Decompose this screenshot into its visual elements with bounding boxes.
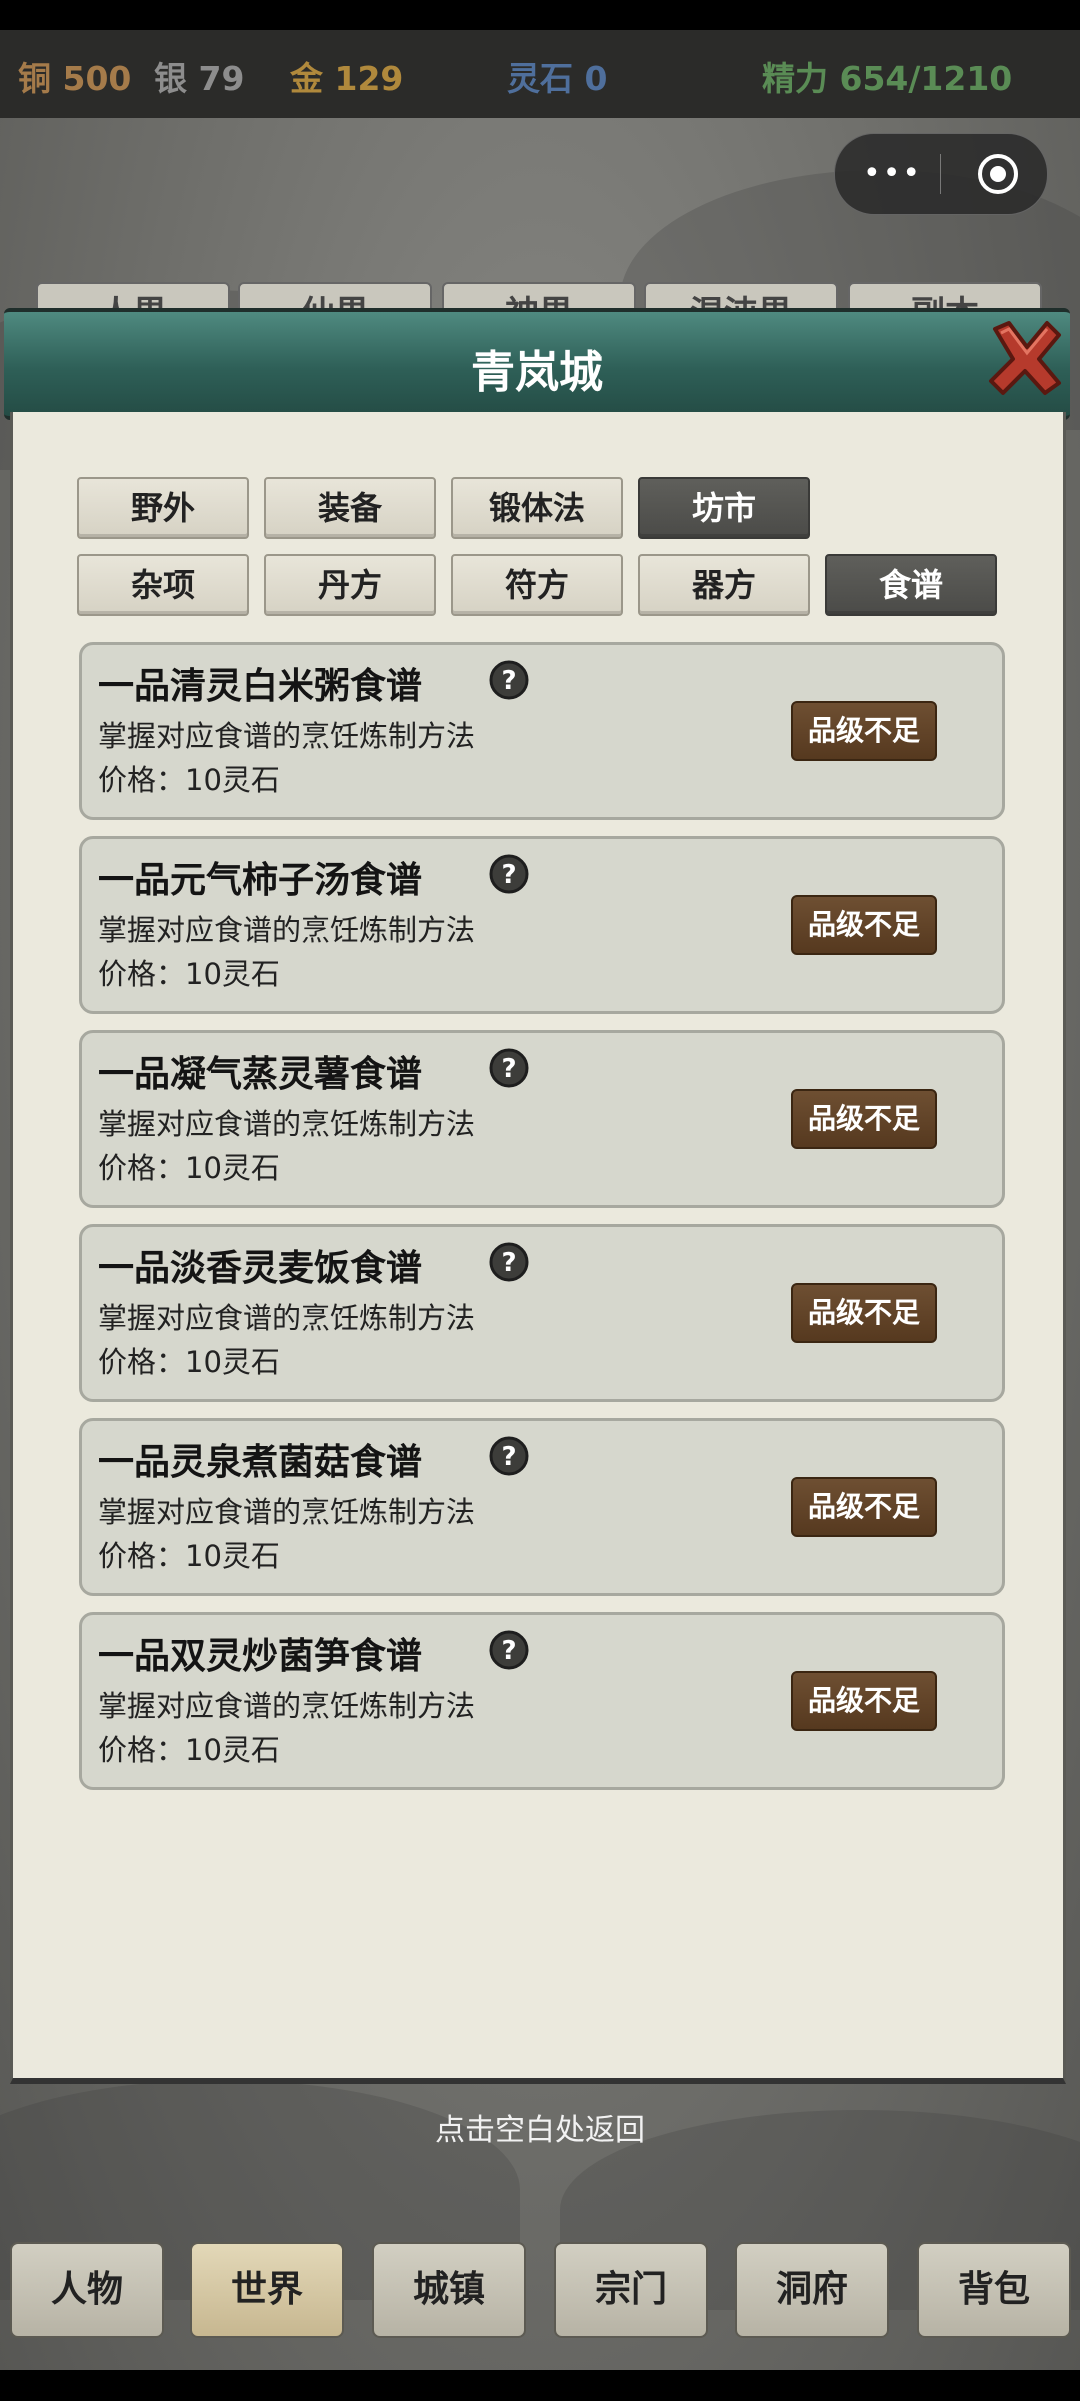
tab-market[interactable]: 坊市 (638, 477, 810, 539)
tab-talisman-recipes[interactable]: 符方 (451, 554, 623, 616)
tab-food-recipes[interactable]: 食谱 (825, 554, 997, 616)
game-screen: 铜 500 银 79 金 129 灵石 0 精力 654/1210 ••• 人界… (0, 30, 1080, 2370)
nav-world[interactable]: 世界 (190, 2242, 344, 2338)
svg-text:?: ? (501, 860, 516, 890)
recipe-card: 一品凝气蒸灵薯食谱 ? 掌握对应食谱的烹饪炼制方法 价格：10灵石 品级不足 (79, 1030, 1005, 1208)
modal-panel: 野外 装备 锻体法 坊市 杂项 丹方 符方 器方 食谱 一品清灵白米粥食谱 ? … (10, 412, 1066, 2084)
recipe-card: 一品元气柿子汤食谱 ? 掌握对应食谱的烹饪炼制方法 价格：10灵石 品级不足 (79, 836, 1005, 1014)
nav-cave-abode[interactable]: 洞府 (735, 2242, 889, 2338)
modal-header: 青岚城 (4, 308, 1070, 420)
tab-artifact-recipes[interactable]: 器方 (638, 554, 810, 616)
modal-title: 青岚城 (471, 347, 603, 398)
question-help-icon[interactable]: ? (488, 1047, 530, 1089)
gold-count: 金 129 (290, 59, 404, 98)
recipe-card: 一品清灵白米粥食谱 ? 掌握对应食谱的烹饪炼制方法 价格：10灵石 品级不足 (79, 642, 1005, 820)
recipe-card: 一品双灵炒菌笋食谱 ? 掌握对应食谱的烹饪炼制方法 价格：10灵石 品级不足 (79, 1612, 1005, 1790)
recipe-title: 一品凝气蒸灵薯食谱 (98, 1054, 423, 1095)
tap-blank-to-return-hint[interactable]: 点击空白处返回 (0, 2105, 1080, 2149)
recipe-title: 一品灵泉煮菌菇食谱 (98, 1442, 423, 1483)
svg-text:?: ? (501, 1248, 516, 1278)
svg-text:?: ? (501, 1442, 516, 1472)
recipe-price: 价格：10灵石 (98, 1539, 280, 1573)
question-help-icon[interactable]: ? (488, 1435, 530, 1477)
capsule-divider (940, 154, 941, 194)
recipe-description: 掌握对应食谱的烹饪炼制方法 (98, 1689, 476, 1723)
recipe-card: 一品淡香灵麦饭食谱 ? 掌握对应食谱的烹饪炼制方法 价格：10灵石 品级不足 (79, 1224, 1005, 1402)
target-circle-icon[interactable] (975, 151, 1021, 197)
insufficient-rank-button[interactable]: 品级不足 (791, 701, 937, 761)
svg-text:?: ? (501, 666, 516, 696)
recipe-description: 掌握对应食谱的烹饪炼制方法 (98, 1495, 476, 1529)
nav-backpack[interactable]: 背包 (917, 2242, 1071, 2338)
silver-count: 银 79 (154, 59, 245, 98)
insufficient-rank-button[interactable]: 品级不足 (791, 895, 937, 955)
currency-bar: 铜 500 银 79 金 129 灵石 0 精力 654/1210 (0, 30, 1080, 118)
recipe-card: 一品灵泉煮菌菇食谱 ? 掌握对应食谱的烹饪炼制方法 价格：10灵石 品级不足 (79, 1418, 1005, 1596)
insufficient-rank-button[interactable]: 品级不足 (791, 1089, 937, 1149)
tab-misc[interactable]: 杂项 (77, 554, 249, 616)
spirit-stone-count: 灵石 0 (507, 59, 608, 98)
question-help-icon[interactable]: ? (488, 853, 530, 895)
insufficient-rank-button[interactable]: 品级不足 (791, 1671, 937, 1731)
tab-pill-recipes[interactable]: 丹方 (264, 554, 436, 616)
question-help-icon[interactable]: ? (488, 1241, 530, 1283)
recipe-title: 一品元气柿子汤食谱 (98, 860, 423, 901)
recipe-title: 一品淡香灵麦饭食谱 (98, 1248, 423, 1289)
more-dots-icon[interactable]: ••• (863, 150, 920, 198)
recipe-price: 价格：10灵石 (98, 1733, 280, 1767)
recipe-price: 价格：10灵石 (98, 957, 280, 991)
energy-count: 精力 654/1210 (762, 59, 1013, 98)
recipe-price: 价格：10灵石 (98, 763, 280, 797)
nav-character[interactable]: 人物 (10, 2242, 164, 2338)
insufficient-rank-button[interactable]: 品级不足 (791, 1477, 937, 1537)
svg-text:?: ? (501, 1636, 516, 1666)
question-help-icon[interactable]: ? (488, 659, 530, 701)
recipe-description: 掌握对应食谱的烹饪炼制方法 (98, 719, 476, 753)
insufficient-rank-button[interactable]: 品级不足 (791, 1283, 937, 1343)
question-help-icon[interactable]: ? (488, 1629, 530, 1671)
nav-sect[interactable]: 宗门 (554, 2242, 708, 2338)
recipe-description: 掌握对应食谱的烹饪炼制方法 (98, 1107, 476, 1141)
nav-town[interactable]: 城镇 (372, 2242, 526, 2338)
close-x-icon[interactable] (985, 315, 1065, 399)
recipe-price: 价格：10灵石 (98, 1151, 280, 1185)
recipe-description: 掌握对应食谱的烹饪炼制方法 (98, 1301, 476, 1335)
recipe-title: 一品清灵白米粥食谱 (98, 666, 423, 707)
tab-body-refining[interactable]: 锻体法 (451, 477, 623, 539)
svg-text:?: ? (501, 1054, 516, 1084)
recipe-title: 一品双灵炒菌笋食谱 (98, 1636, 423, 1677)
copper-count: 铜 500 (18, 59, 132, 98)
mini-program-capsule: ••• (834, 133, 1048, 215)
tab-wild[interactable]: 野外 (77, 477, 249, 539)
tab-equipment[interactable]: 装备 (264, 477, 436, 539)
recipe-description: 掌握对应食谱的烹饪炼制方法 (98, 913, 476, 947)
recipe-price: 价格：10灵石 (98, 1345, 280, 1379)
